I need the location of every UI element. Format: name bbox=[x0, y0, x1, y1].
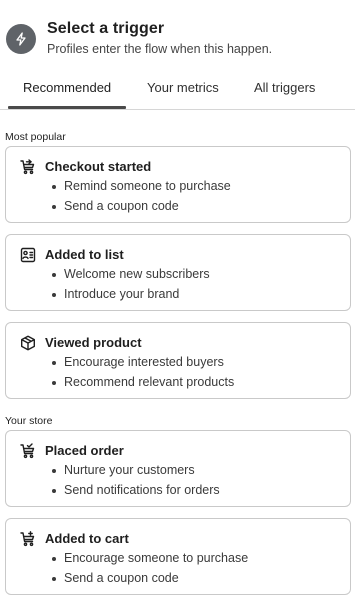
trigger-card-added-to-list[interactable]: Added to list Welcome new subscribers In… bbox=[5, 234, 351, 311]
benefit-item: Send a coupon code bbox=[48, 197, 231, 217]
tab-your-metrics[interactable]: Your metrics bbox=[147, 80, 219, 95]
trigger-card-added-to-cart[interactable]: Added to cart Encourage someone to purch… bbox=[5, 518, 351, 595]
cart-plus-icon bbox=[20, 531, 36, 547]
tab-recommended[interactable]: Recommended bbox=[23, 80, 111, 95]
trigger-title: Added to list bbox=[45, 247, 124, 262]
benefit-item: Recommend relevant products bbox=[48, 373, 234, 393]
header: Select a trigger Profiles enter the flow… bbox=[0, 0, 355, 68]
benefit-item: Nurture your customers bbox=[48, 461, 220, 481]
trigger-card-checkout-started[interactable]: Checkout started Remind someone to purch… bbox=[5, 146, 351, 223]
trigger-benefits: Nurture your customers Send notification… bbox=[48, 461, 220, 500]
page-subtitle: Profiles enter the flow when this happen… bbox=[47, 42, 273, 56]
benefit-item: Encourage someone to purchase bbox=[48, 549, 248, 569]
trigger-title: Viewed product bbox=[45, 335, 142, 350]
trigger-card-placed-order[interactable]: Placed order Nurture your customers Send… bbox=[5, 430, 351, 507]
trigger-benefits: Welcome new subscribers Introduce your b… bbox=[48, 265, 210, 304]
section-label-most-popular: Most popular bbox=[5, 131, 66, 143]
trigger-benefits: Encourage someone to purchase Send a cou… bbox=[48, 549, 248, 588]
trigger-title: Added to cart bbox=[45, 531, 129, 546]
benefit-item: Encourage interested buyers bbox=[48, 353, 234, 373]
benefit-item: Welcome new subscribers bbox=[48, 265, 210, 285]
trigger-title: Placed order bbox=[45, 443, 124, 458]
cube-icon bbox=[20, 335, 36, 351]
active-tab-indicator bbox=[8, 106, 126, 109]
tab-all-triggers[interactable]: All triggers bbox=[254, 80, 315, 95]
trigger-benefits: Remind someone to purchase Send a coupon… bbox=[48, 177, 231, 216]
trigger-title: Checkout started bbox=[45, 159, 152, 174]
trigger-benefits: Encourage interested buyers Recommend re… bbox=[48, 353, 234, 392]
cart-check-icon bbox=[20, 443, 36, 459]
benefit-item: Remind someone to purchase bbox=[48, 177, 231, 197]
trigger-card-viewed-product[interactable]: Viewed product Encourage interested buye… bbox=[5, 322, 351, 399]
section-label-your-store: Your store bbox=[5, 415, 53, 427]
page-title: Select a trigger bbox=[47, 20, 165, 37]
lightning-bolt-icon bbox=[6, 24, 36, 54]
list-contact-icon bbox=[20, 247, 36, 263]
cart-arrow-icon bbox=[20, 159, 36, 175]
trigger-tabs: Recommended Your metrics All triggers bbox=[0, 70, 355, 110]
benefit-item: Send a coupon code bbox=[48, 569, 248, 589]
benefit-item: Introduce your brand bbox=[48, 285, 210, 305]
benefit-item: Send notifications for orders bbox=[48, 481, 220, 501]
